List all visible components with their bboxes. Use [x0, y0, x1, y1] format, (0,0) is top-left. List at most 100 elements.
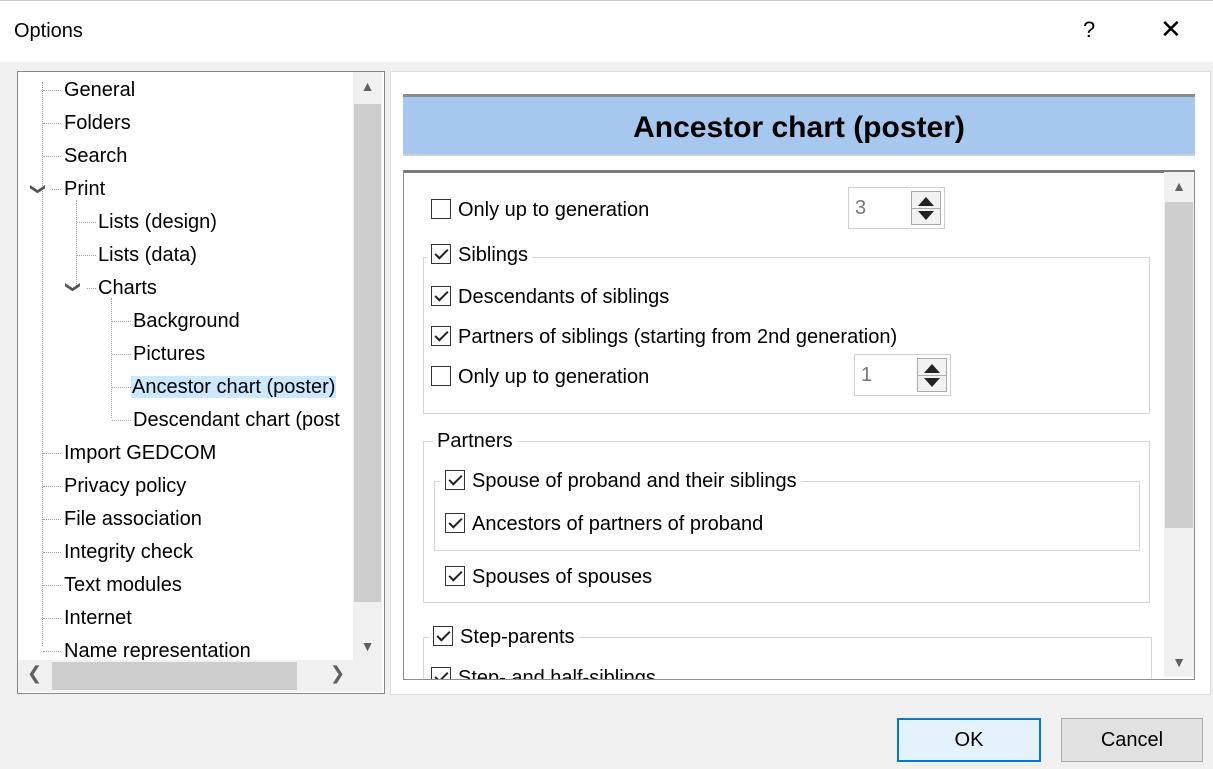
only-up-to-generation-checkbox[interactable]: Only up to generation	[431, 197, 649, 223]
checkbox-box[interactable]	[431, 286, 451, 306]
close-button[interactable]: ✕	[1160, 14, 1182, 45]
checkbox-box[interactable]	[433, 626, 453, 646]
tree-item-lists-data[interactable]: Lists (data)	[98, 240, 197, 270]
section-title: Ancestor chart (poster)	[633, 111, 965, 144]
tree-connector	[43, 519, 61, 520]
spin-down-icon[interactable]	[924, 378, 940, 387]
tree-connector	[43, 123, 61, 124]
scrollbar-thumb[interactable]	[52, 662, 297, 690]
checkbox-box[interactable]	[431, 667, 451, 679]
partners-group-label: Partners	[433, 428, 517, 454]
scrollbar-thumb[interactable]	[1165, 202, 1193, 528]
spinner-value[interactable]: 3	[855, 197, 866, 220]
checkbox-box[interactable]	[431, 326, 451, 346]
tree-connector	[43, 618, 61, 619]
tree-item-integrity-check[interactable]: Integrity check	[64, 537, 193, 567]
only-up-to-generation-checkbox[interactable]: Only up to generation	[431, 364, 649, 390]
checkbox-label: Spouse of proband and their siblings	[472, 470, 797, 492]
scroll-left-icon[interactable]: ❮	[27, 663, 42, 684]
spouses-of-spouses-checkbox[interactable]: Spouses of spouses	[445, 564, 652, 590]
tree-item-pictures[interactable]: Pictures	[133, 339, 205, 369]
tree-connector	[52, 189, 61, 190]
tree-connector	[43, 651, 61, 652]
spouse-of-proband-checkbox[interactable]: Spouse of proband and their siblings	[441, 468, 801, 494]
tree-connector	[76, 200, 77, 286]
settings-content: Only up to generation 3 Siblings Descend…	[403, 170, 1195, 680]
tree-item-search[interactable]: Search	[64, 141, 127, 171]
spinner-buttons[interactable]	[911, 191, 941, 225]
checkbox-box[interactable]	[431, 366, 451, 386]
tree-connector	[87, 288, 96, 289]
tree-connector	[42, 82, 43, 646]
siblings-checkbox[interactable]: Siblings	[427, 242, 533, 268]
tree-connector	[77, 255, 96, 256]
tree-connector	[43, 486, 61, 487]
tree-item-ancestor-chart[interactable]: Ancestor chart (poster)	[131, 372, 337, 402]
checkbox-box[interactable]	[445, 513, 465, 533]
tree-connector	[111, 298, 112, 418]
checkbox-label: Only up to generation	[458, 199, 650, 221]
scroll-up-icon[interactable]: ▲	[1164, 178, 1194, 194]
tree-horizontal-scrollbar[interactable]: ❮ ❯	[18, 660, 353, 692]
chevron-down-icon[interactable]: ❯	[29, 183, 47, 196]
checkbox-label: Partners of siblings (starting from 2nd …	[458, 326, 898, 348]
spinner-value[interactable]: 1	[861, 364, 872, 387]
tree-item-lists-design[interactable]: Lists (design)	[98, 207, 217, 237]
tree-connector	[43, 453, 61, 454]
generation-spinner[interactable]: 1	[854, 354, 951, 396]
spin-up-icon[interactable]	[924, 364, 940, 373]
scrollbar-thumb[interactable]	[354, 104, 381, 602]
tree-item-internet[interactable]: Internet	[64, 603, 132, 633]
tree-item-descendant-chart[interactable]: Descendant chart (post	[133, 405, 340, 435]
tree-item-charts[interactable]: Charts	[98, 273, 157, 303]
partners-of-siblings-checkbox[interactable]: Partners of siblings (starting from 2nd …	[431, 324, 897, 350]
scrollbar-corner	[353, 660, 382, 692]
checkbox-box[interactable]	[431, 199, 451, 219]
window-border	[0, 0, 1213, 1]
window-title: Options	[14, 20, 83, 42]
checkbox-box[interactable]	[445, 566, 465, 586]
checkbox-label: Descendants of siblings	[458, 286, 670, 308]
spinner-buttons[interactable]	[917, 358, 947, 392]
help-button[interactable]: ?	[1083, 17, 1095, 43]
checkbox-label: Step-parents	[460, 626, 575, 648]
tree-item-text-modules[interactable]: Text modules	[64, 570, 182, 600]
tree-item-background[interactable]: Background	[133, 306, 240, 336]
options-tree[interactable]: General Folders Search ❯ Print Lists (de…	[17, 71, 385, 694]
checkbox-label: Only up to generation	[458, 366, 650, 388]
tree-connector	[43, 585, 61, 586]
generation-spinner[interactable]: 3	[848, 187, 945, 229]
tree-item-general[interactable]: General	[64, 75, 135, 105]
tree-item-privacy-policy[interactable]: Privacy policy	[64, 471, 186, 501]
descendants-of-siblings-checkbox[interactable]: Descendants of siblings	[431, 284, 669, 310]
tree-item-file-association[interactable]: File association	[64, 504, 202, 534]
checkbox-label: Step- and half-siblings	[458, 667, 656, 680]
scroll-right-icon[interactable]: ❯	[330, 663, 345, 684]
tree-connector	[43, 156, 61, 157]
spinner-divider	[912, 208, 940, 209]
title-bar: Options ? ✕	[0, 0, 1213, 62]
scroll-down-icon[interactable]: ▼	[1164, 654, 1194, 670]
checkbox-box[interactable]	[431, 244, 451, 264]
tree-item-import-gedcom[interactable]: Import GEDCOM	[64, 438, 216, 468]
spin-down-icon[interactable]	[918, 211, 934, 220]
tree-connector	[112, 354, 131, 355]
cancel-button[interactable]: Cancel	[1061, 718, 1203, 762]
tree-connector	[112, 387, 131, 388]
scroll-up-icon[interactable]: ▲	[353, 78, 382, 94]
step-half-siblings-checkbox[interactable]: Step- and half-siblings	[431, 665, 656, 680]
scroll-down-icon[interactable]: ▼	[353, 638, 382, 654]
tree-vertical-scrollbar[interactable]: ▲ ▼	[353, 72, 382, 660]
spin-up-icon[interactable]	[918, 197, 934, 206]
checkbox-box[interactable]	[445, 470, 465, 490]
tree-item-print[interactable]: Print	[64, 174, 105, 204]
tree-item-folders[interactable]: Folders	[64, 108, 131, 138]
step-parents-checkbox[interactable]: Step-parents	[429, 624, 579, 650]
tree-connector	[77, 222, 96, 223]
chevron-down-icon[interactable]: ❯	[64, 281, 82, 294]
ok-button[interactable]: OK	[897, 718, 1041, 762]
spinner-divider	[918, 375, 946, 376]
tree-connector	[43, 90, 61, 91]
ancestors-of-partners-checkbox[interactable]: Ancestors of partners of proband	[445, 511, 763, 537]
settings-vertical-scrollbar[interactable]: ▲ ▼	[1164, 172, 1194, 677]
